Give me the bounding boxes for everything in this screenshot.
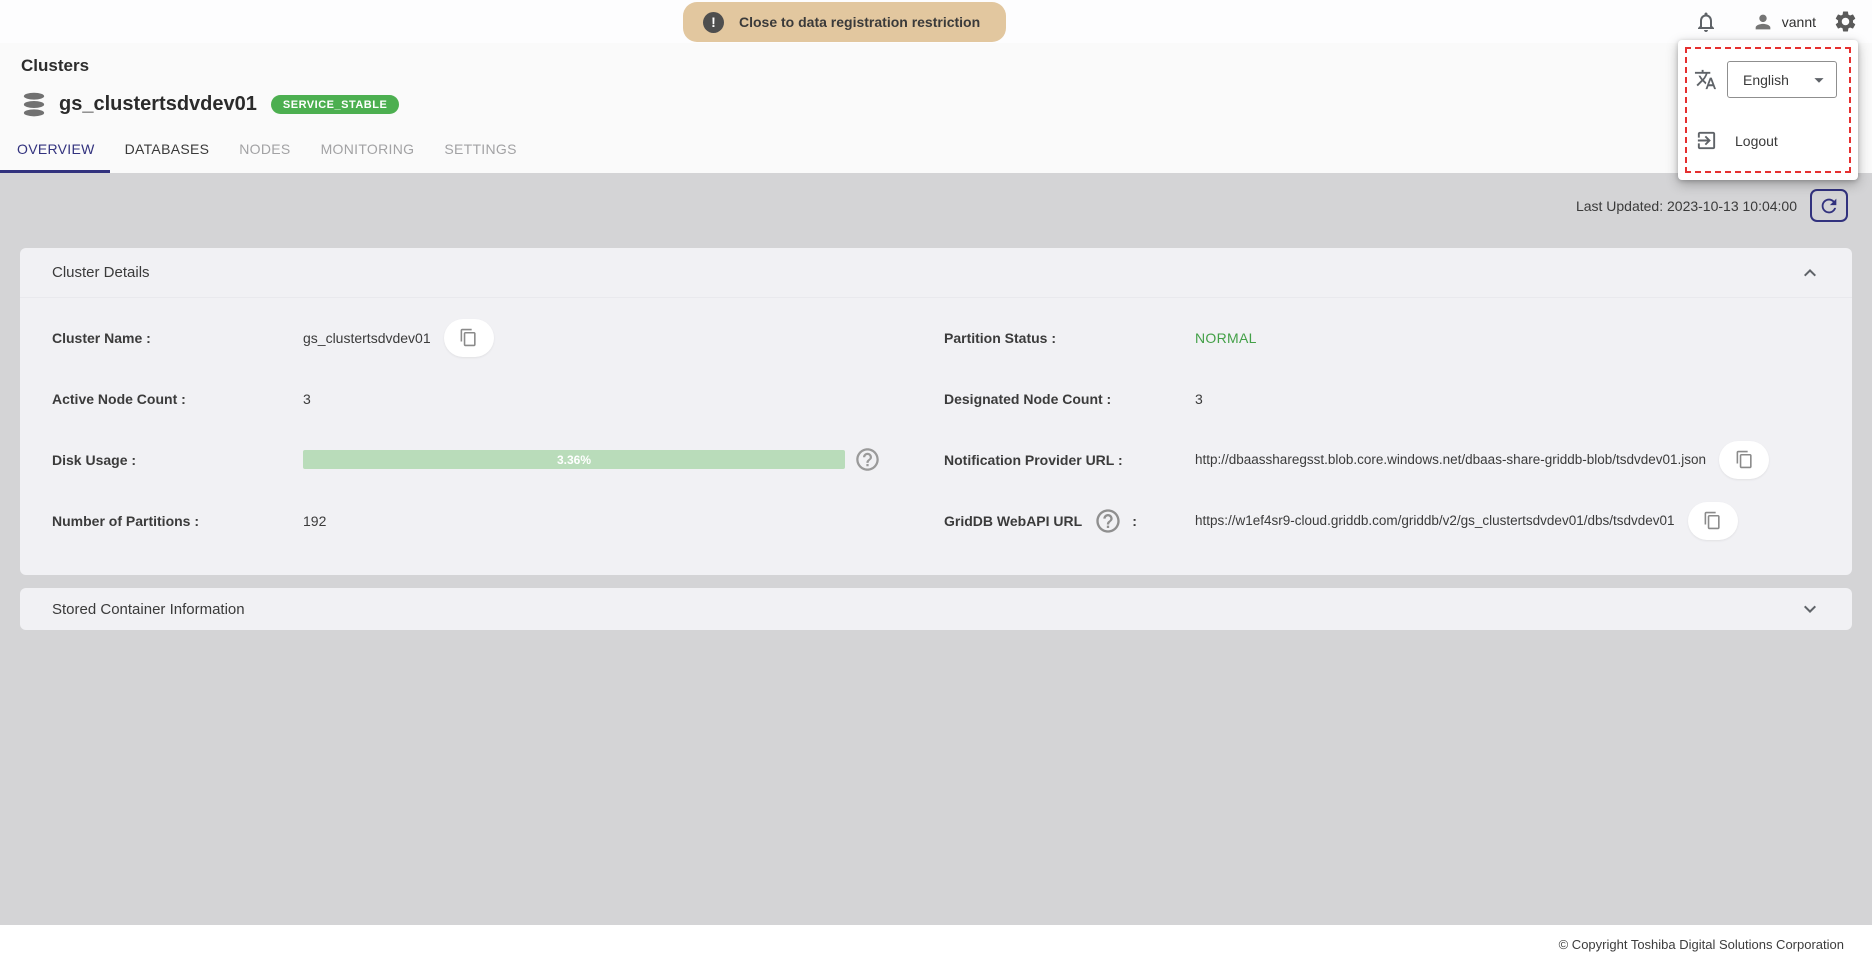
warning-banner-text: Close to data registration restriction	[739, 14, 980, 30]
field-label: Active Node Count :	[52, 391, 303, 407]
language-row: English	[1694, 61, 1858, 98]
field-partition-status: Partition Status : NORMAL	[936, 307, 1852, 368]
refresh-icon	[1818, 195, 1840, 217]
page-header: Clusters gs_clustertsdvdev01 SERVICE_STA…	[0, 43, 1872, 173]
cluster-name-heading: gs_clustertsdvdev01	[59, 93, 257, 116]
cluster-title-row: gs_clustertsdvdev01 SERVICE_STABLE	[19, 91, 1872, 118]
username-label: vannt	[1782, 14, 1816, 30]
partition-status-value: NORMAL	[1195, 330, 1257, 346]
chevron-up-icon[interactable]	[1798, 261, 1822, 285]
notification-provider-url-value: http://dbaassharegsst.blob.core.windows.…	[1195, 452, 1706, 467]
field-disk-usage: Disk Usage : 3.36%	[20, 429, 936, 490]
field-webapi-url: GridDB WebAPI URL : https://w1ef4sr9-clo…	[936, 490, 1852, 551]
field-label: Notification Provider URL :	[944, 452, 1195, 468]
user-dropdown-menu: English Logout	[1678, 40, 1858, 180]
tab-settings: SETTINGS	[429, 139, 531, 173]
tab-nodes: NODES	[224, 139, 305, 173]
field-label: Partition Status :	[944, 330, 1195, 346]
disk-usage-bar: 3.36%	[303, 450, 845, 469]
main-content: Last Updated: 2023-10-13 10:04:00 Cluste…	[0, 173, 1872, 925]
cluster-name-value: gs_clustertsdvdev01	[303, 330, 431, 346]
topbar-actions: vannt	[1694, 0, 1858, 43]
logout-icon	[1695, 129, 1718, 152]
page-footer: © Copyright Toshiba Digital Solutions Co…	[0, 925, 1872, 963]
webapi-url-colon: :	[1132, 513, 1137, 529]
stored-container-title: Stored Container Information	[52, 601, 245, 618]
webapi-url-label: GridDB WebAPI URL	[944, 513, 1082, 529]
dropdown-caret-icon	[1808, 69, 1830, 91]
copy-icon	[1735, 450, 1754, 469]
field-label: GridDB WebAPI URL :	[944, 507, 1195, 535]
field-label: Disk Usage :	[52, 452, 303, 468]
stored-container-header[interactable]: Stored Container Information	[20, 588, 1852, 630]
bell-icon[interactable]	[1694, 10, 1718, 34]
cluster-details-header[interactable]: Cluster Details	[20, 248, 1852, 298]
tab-bar: OVERVIEW DATABASES NODES MONITORING SETT…	[0, 139, 1872, 173]
field-label: Designated Node Count :	[944, 391, 1195, 407]
copyright-text: © Copyright Toshiba Digital Solutions Co…	[1559, 937, 1844, 952]
content-toolbar: Last Updated: 2023-10-13 10:04:00	[0, 173, 1872, 222]
gear-icon[interactable]	[1833, 9, 1858, 34]
warning-banner: ! Close to data registration restriction	[683, 2, 1006, 42]
field-label: Cluster Name :	[52, 330, 303, 346]
number-of-partitions-value: 192	[303, 513, 326, 529]
field-number-of-partitions: Number of Partitions : 192	[20, 490, 936, 551]
field-cluster-name: Cluster Name : gs_clustertsdvdev01	[20, 307, 936, 368]
last-updated-label: Last Updated: 2023-10-13 10:04:00	[1576, 198, 1797, 214]
field-active-node-count: Active Node Count : 3	[20, 368, 936, 429]
database-icon	[19, 91, 49, 118]
help-icon[interactable]	[1094, 507, 1122, 535]
translate-icon	[1694, 68, 1717, 91]
copy-notification-url-button[interactable]	[1719, 441, 1769, 479]
copy-webapi-url-button[interactable]	[1688, 502, 1738, 540]
help-icon[interactable]	[854, 446, 881, 473]
logout-menu-item[interactable]: Logout	[1695, 129, 1858, 152]
disk-usage-percent-label: 3.36%	[303, 450, 845, 469]
refresh-button[interactable]	[1810, 189, 1848, 222]
active-node-count-value: 3	[303, 391, 311, 407]
status-badge: SERVICE_STABLE	[271, 95, 399, 114]
field-notification-provider-url: Notification Provider URL : http://dbaas…	[936, 429, 1852, 490]
field-designated-node-count: Designated Node Count : 3	[936, 368, 1852, 429]
designated-node-count-value: 3	[1195, 391, 1203, 407]
copy-cluster-name-button[interactable]	[444, 319, 494, 357]
exclamation-icon: !	[703, 12, 724, 33]
top-bar: ! Close to data registration restriction…	[0, 0, 1872, 43]
cluster-details-fields: Cluster Name : gs_clustertsdvdev01 Parti…	[20, 298, 1852, 575]
language-select[interactable]: English	[1727, 61, 1837, 98]
webapi-url-value: https://w1ef4sr9-cloud.griddb.com/griddb…	[1195, 513, 1675, 528]
person-icon[interactable]	[1752, 11, 1774, 33]
copy-icon	[1703, 511, 1722, 530]
page-title: Clusters	[21, 56, 1872, 76]
field-label: Number of Partitions :	[52, 513, 303, 529]
cluster-details-card: Cluster Details Cluster Name : gs_cluste…	[20, 248, 1852, 575]
tab-overview[interactable]: OVERVIEW	[0, 139, 110, 173]
chevron-down-icon[interactable]	[1798, 597, 1822, 621]
copy-icon	[459, 328, 478, 347]
language-selected-value: English	[1743, 72, 1789, 88]
tab-databases[interactable]: DATABASES	[110, 139, 225, 173]
cluster-details-title: Cluster Details	[52, 264, 150, 281]
stored-container-card: Stored Container Information	[20, 588, 1852, 630]
tab-monitoring: MONITORING	[306, 139, 430, 173]
logout-label: Logout	[1735, 133, 1778, 149]
